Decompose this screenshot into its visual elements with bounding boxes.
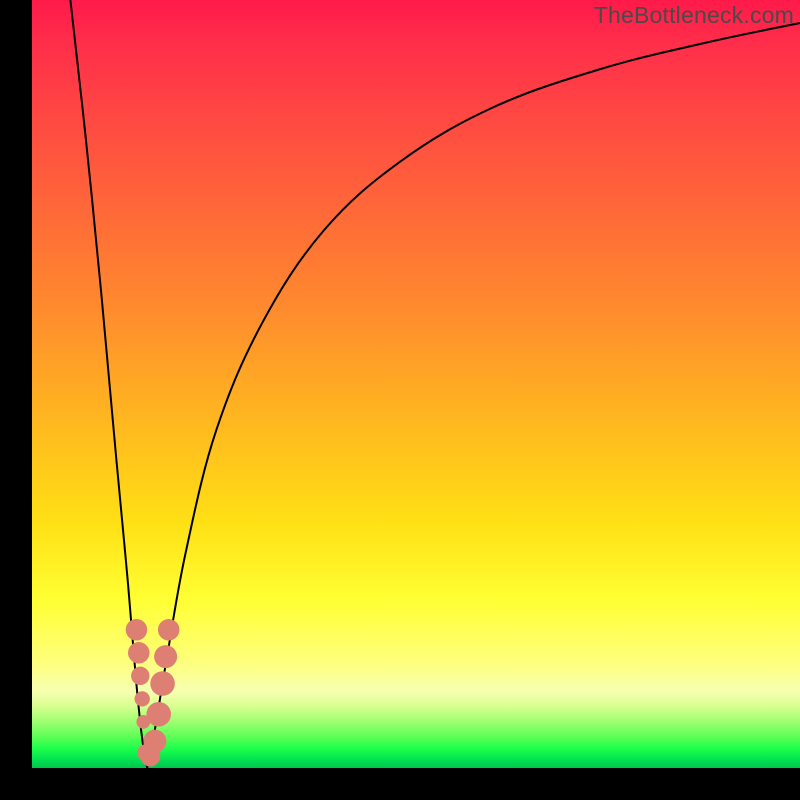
data-marker: [158, 619, 180, 641]
data-marker: [131, 667, 149, 685]
curve-right-branch: [147, 23, 800, 768]
data-marker: [135, 691, 150, 706]
chart-frame: TheBottleneck.com: [0, 0, 800, 800]
curve-group: [70, 0, 800, 768]
data-marker: [150, 671, 175, 696]
data-marker: [154, 645, 177, 668]
data-marker: [128, 642, 150, 664]
data-marker: [146, 702, 171, 727]
data-marker: [126, 619, 148, 641]
data-marker: [143, 730, 166, 753]
plot-area: TheBottleneck.com: [32, 0, 800, 768]
curves-svg: [32, 0, 800, 768]
